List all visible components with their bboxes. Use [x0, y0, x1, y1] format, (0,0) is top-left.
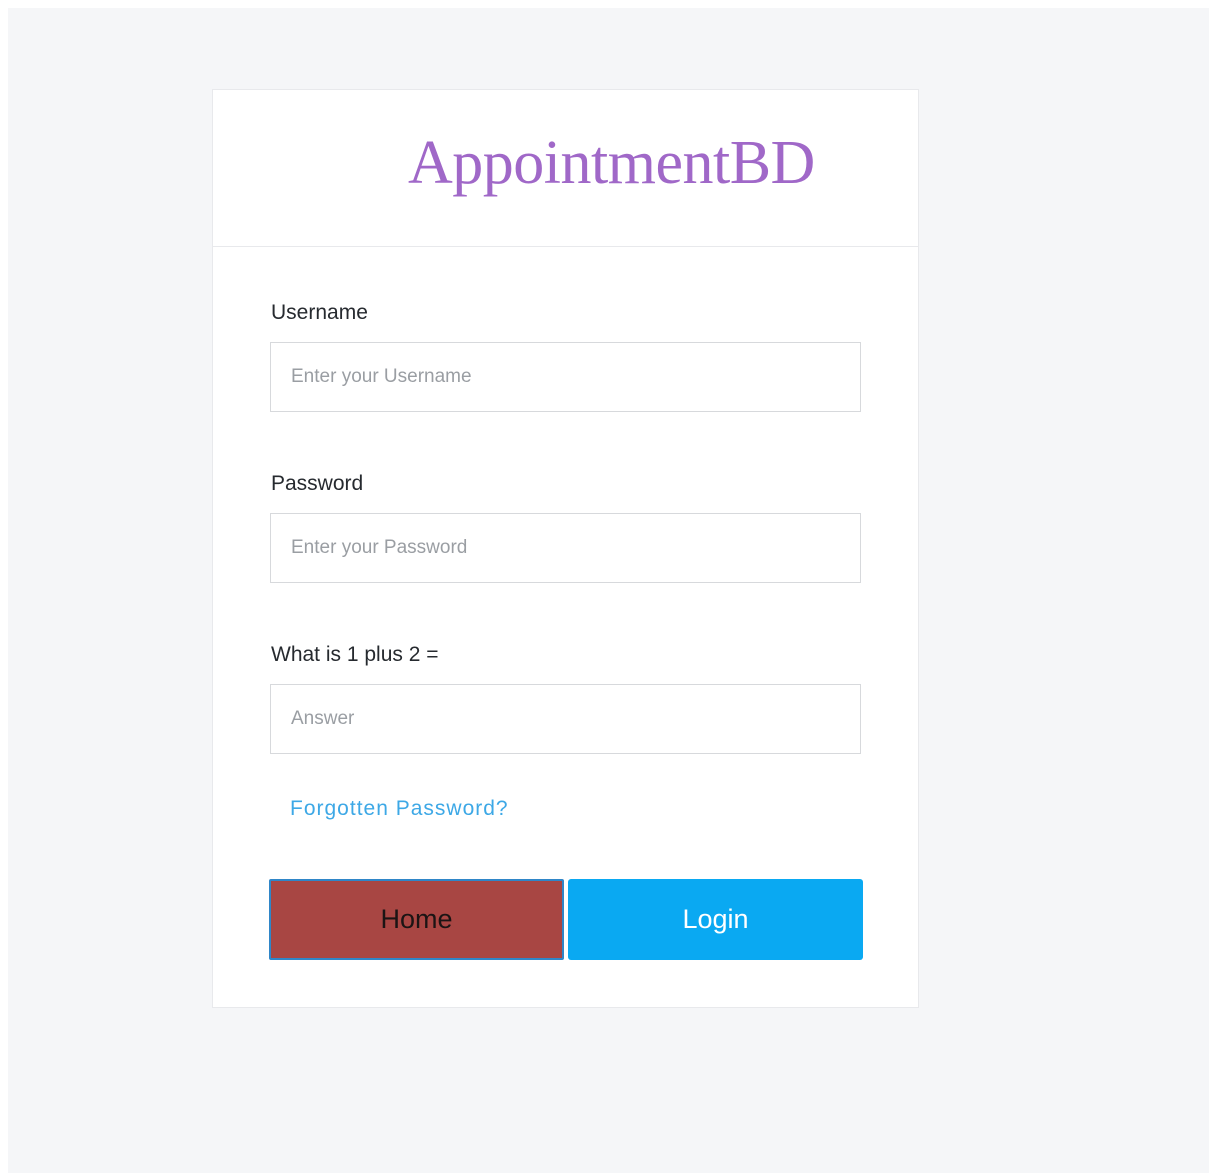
card-header: AppointmentBD — [213, 90, 918, 247]
username-label: Username — [271, 301, 368, 324]
brand-logo: AppointmentBD — [408, 129, 815, 197]
captcha-answer-input[interactable] — [270, 684, 861, 754]
login-button[interactable]: Login — [568, 879, 863, 960]
captcha-label: What is 1 plus 2 = — [271, 643, 439, 666]
home-button[interactable]: Home — [269, 879, 564, 960]
page-background: AppointmentBD Username Password What is … — [8, 8, 1209, 1173]
password-input[interactable] — [270, 513, 861, 583]
login-card: AppointmentBD Username Password What is … — [212, 89, 919, 1008]
password-label: Password — [271, 472, 364, 495]
forgot-password-link[interactable]: Forgotten Password? — [290, 797, 509, 821]
username-input[interactable] — [270, 342, 861, 412]
